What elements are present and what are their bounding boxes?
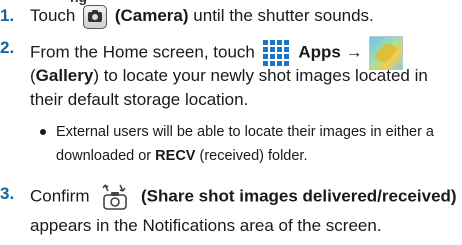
step-tail: until the shutter sounds. xyxy=(193,6,374,25)
step-number: 1. xyxy=(0,6,15,25)
apps-grid-icon xyxy=(262,40,291,66)
step-lead: Touch xyxy=(30,6,76,25)
bullet-item-line-2: downloaded or RECV (received) folder. xyxy=(56,145,308,167)
step-text-line: appears in the Notifications area of the… xyxy=(30,216,382,235)
share-label: (Share shot images delivered/received) xyxy=(140,186,457,206)
gallery-label: Gallery xyxy=(35,66,94,85)
bullet-text-pre: downloaded or xyxy=(56,148,152,164)
step-lead: From the Home screen, touch xyxy=(30,42,255,62)
share-images-icon xyxy=(98,182,132,212)
bullet-item: External users will be able to locate th… xyxy=(40,121,434,143)
step-text: Confirm (Share shot images delivered/rec… xyxy=(30,182,457,212)
step-lead: Confirm xyxy=(30,186,90,206)
bullet-text-post: (received) folder. xyxy=(199,148,308,164)
camera-label: (Camera) xyxy=(114,6,189,25)
step-text: Touch (Camera) until the shutter sounds. xyxy=(30,4,374,29)
apps-label: Apps xyxy=(298,42,341,62)
bullet-text: External users will be able to locate th… xyxy=(56,124,434,140)
bullet-dot xyxy=(40,129,46,135)
step-number: 3. xyxy=(0,184,15,203)
step-text-line: (Gallery) to locate your newly shot imag… xyxy=(30,66,428,85)
camera-icon xyxy=(83,4,108,29)
step-number: 2. xyxy=(0,38,15,57)
step-text-line: their default storage location. xyxy=(30,90,249,109)
arrow-icon: → xyxy=(345,42,363,62)
recv-label: RECV xyxy=(155,148,196,164)
